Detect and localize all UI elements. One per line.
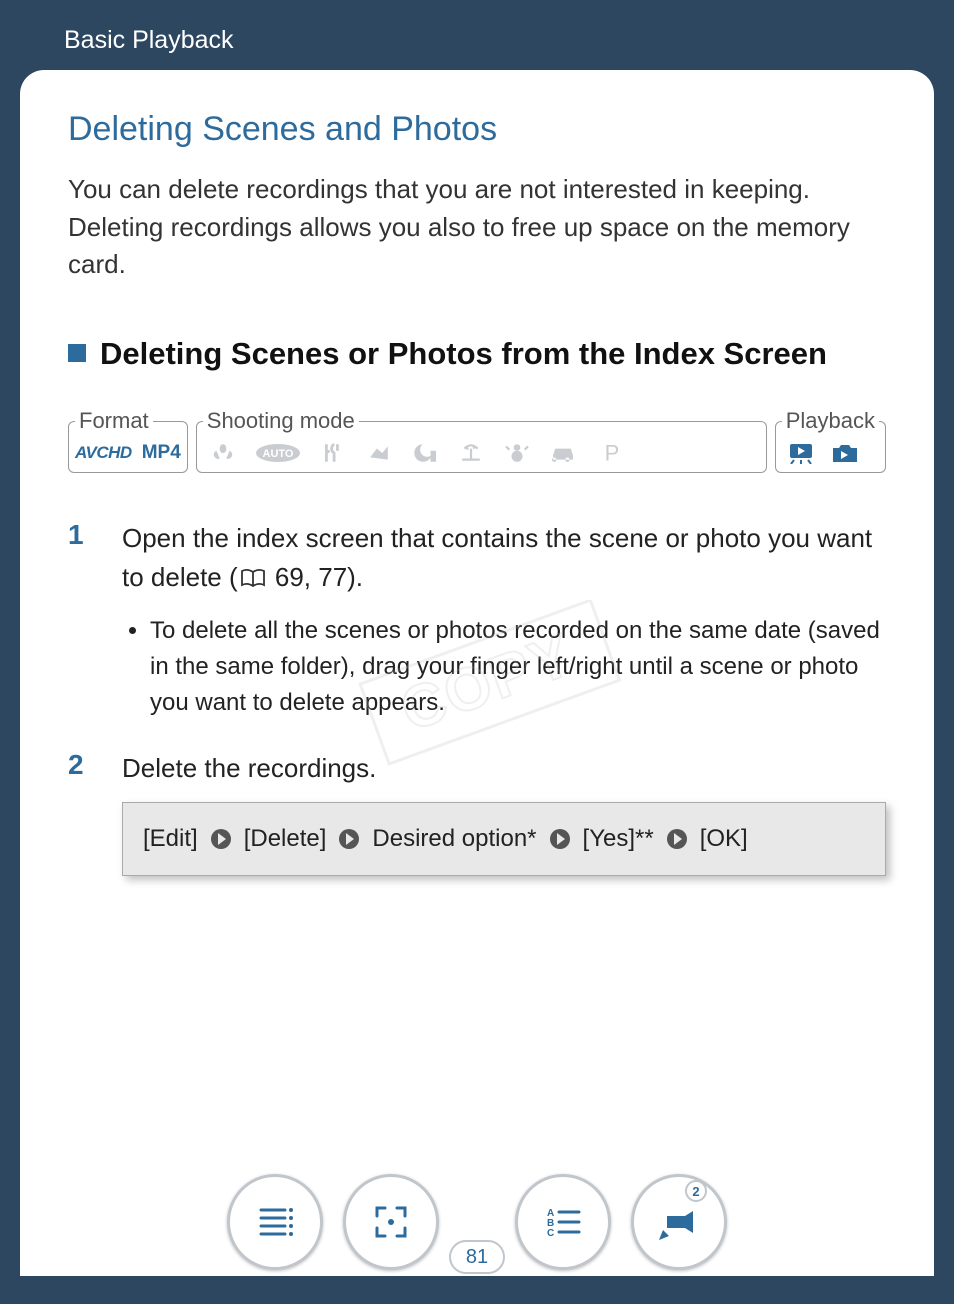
proc-edit: [Edit]	[143, 821, 198, 857]
step-2: 2 Delete the recordings. [Edit] [Delete]…	[68, 749, 886, 876]
step1-bullet: To delete all the scenes or photos recor…	[150, 613, 886, 721]
bullet-square-icon	[68, 344, 86, 362]
step-number: 1	[68, 519, 100, 721]
svg-text:C: C	[547, 1228, 554, 1239]
photo-play-icon	[830, 442, 860, 464]
toc-button[interactable]	[227, 1174, 323, 1270]
arrow-icon	[338, 828, 360, 850]
steps-list: 1 Open the index screen that contains th…	[68, 519, 886, 876]
page-ref-icon	[240, 560, 266, 599]
step1-text-a: Open the index screen that contains the …	[122, 523, 872, 592]
mp4-label: MP4	[142, 442, 181, 464]
step2-text: Delete the recordings.	[122, 753, 376, 783]
arrow-icon	[210, 828, 232, 850]
program-p-icon: P	[595, 442, 623, 464]
format-group: Format AVCHD MP4	[68, 408, 188, 473]
auto-icon: AUTO	[255, 442, 301, 464]
playback-group: Playback	[775, 408, 886, 473]
subheading: Deleting Scenes or Photos from the Index…	[100, 334, 827, 374]
food-icon	[319, 442, 347, 464]
step1-pages: 69, 77).	[268, 562, 363, 592]
format-legend: Format	[75, 408, 153, 434]
section-tab: Basic Playback	[64, 26, 234, 55]
page-body: COPY Deleting Scenes and Photos You can …	[20, 70, 934, 1276]
step-1: 1 Open the index screen that contains th…	[68, 519, 886, 721]
proc-option: Desired option*	[372, 821, 536, 857]
shooting-legend: Shooting mode	[203, 408, 359, 434]
step1-sublist: To delete all the scenes or photos recor…	[122, 613, 886, 721]
svg-text:P: P	[604, 442, 619, 464]
page-title: Deleting Scenes and Photos	[68, 110, 886, 149]
car-icon	[549, 442, 577, 464]
sports-icon	[365, 442, 393, 464]
arrow-icon	[549, 828, 571, 850]
page-number: 81	[449, 1240, 505, 1274]
badge-count: 2	[685, 1180, 707, 1202]
beach-icon	[457, 442, 485, 464]
bottom-nav: 81 ABC 2	[0, 1174, 954, 1270]
svg-text:AUTO: AUTO	[262, 448, 293, 460]
night-icon	[411, 442, 439, 464]
proc-ok: [OK]	[700, 821, 748, 857]
index-button[interactable]: ABC	[515, 1174, 611, 1270]
arrow-icon	[666, 828, 688, 850]
proc-yes: [Yes]**	[583, 821, 654, 857]
subheading-row: Deleting Scenes or Photos from the Index…	[68, 334, 886, 374]
proc-delete: [Delete]	[244, 821, 327, 857]
video-play-icon	[786, 442, 816, 464]
step-number: 2	[68, 749, 100, 876]
camera-mode-button[interactable]	[631, 1174, 727, 1270]
playback-legend: Playback	[782, 408, 879, 434]
snow-icon	[503, 442, 531, 464]
procedure-box: [Edit] [Delete] Desired option* [Yes]** …	[122, 802, 886, 876]
avchd-label: AVCHD	[75, 443, 132, 463]
mode-indicator-row: Format AVCHD MP4 Shooting mode AUTO P Pl…	[68, 408, 886, 473]
intro-paragraph: You can delete recordings that you are n…	[68, 171, 886, 284]
macro-icon	[209, 442, 237, 464]
fullscreen-button[interactable]	[343, 1174, 439, 1270]
shooting-mode-group: Shooting mode AUTO P	[196, 408, 767, 473]
